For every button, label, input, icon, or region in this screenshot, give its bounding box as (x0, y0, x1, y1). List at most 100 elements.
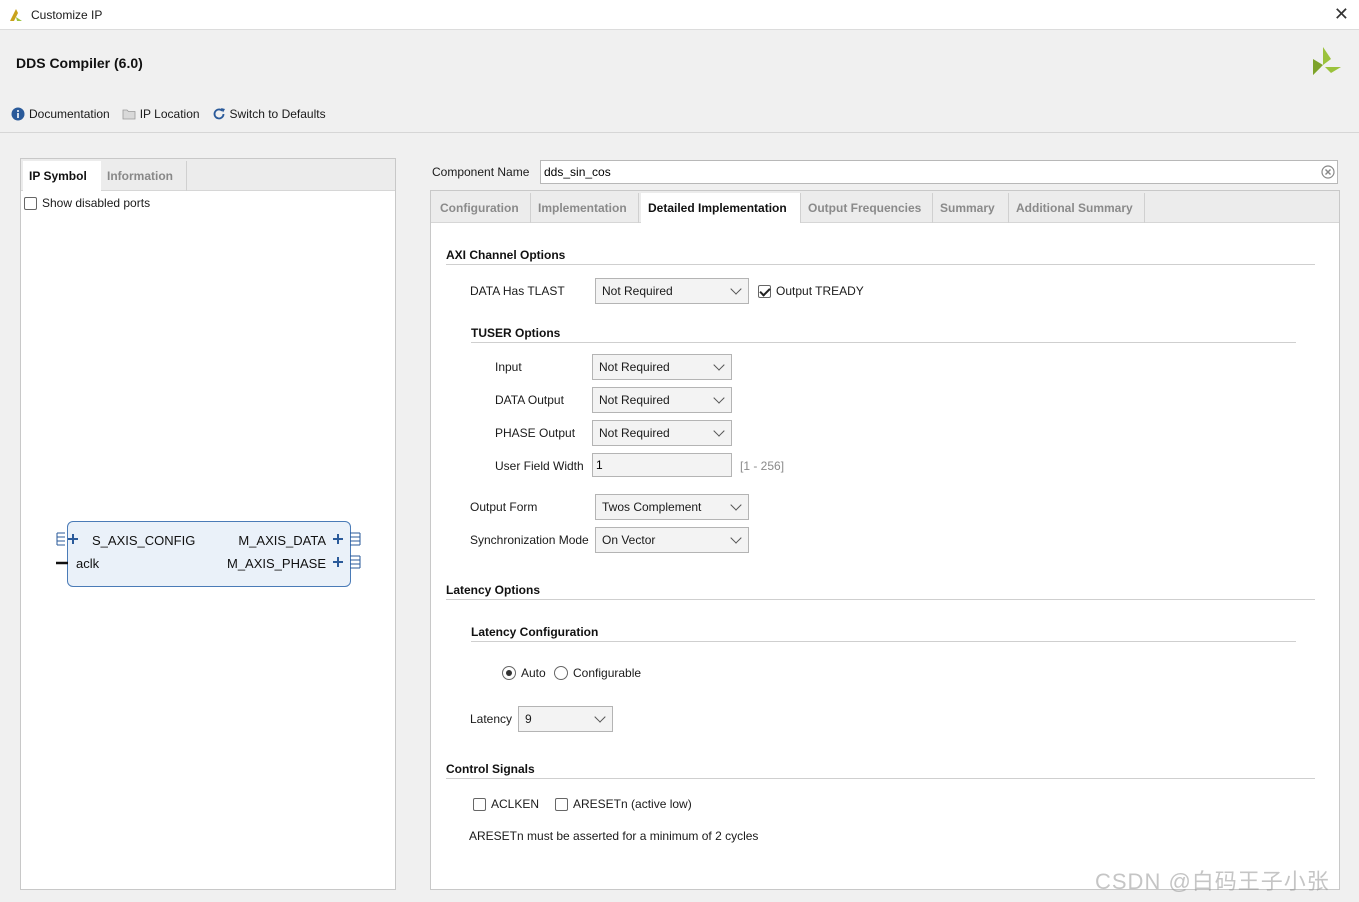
ip-location-label: IP Location (139, 107, 200, 121)
tab-implementation[interactable]: Implementation (531, 193, 639, 223)
xilinx-logo-icon (1313, 47, 1341, 75)
bus-connector-icon (333, 555, 361, 569)
section-divider (446, 778, 1315, 779)
output-form-value: Twos Complement (602, 500, 702, 514)
info-icon (11, 107, 25, 121)
tab-detailed-implementation[interactable]: Detailed Implementation (641, 193, 801, 223)
vivado-app-icon (10, 9, 22, 21)
switch-defaults-button[interactable]: Switch to Defaults (212, 107, 326, 121)
switch-defaults-label: Switch to Defaults (229, 107, 326, 121)
refresh-icon (213, 108, 225, 120)
data-output-value: Not Required (599, 393, 670, 407)
chevron-down-icon (713, 359, 725, 371)
component-name-label: Component Name (432, 165, 530, 179)
aresetn-label: ARESETn (active low) (573, 797, 692, 811)
latency-options-title: Latency Options (446, 583, 541, 597)
latency-configuration-title: Latency Configuration (471, 625, 599, 639)
chevron-down-icon (730, 532, 742, 544)
documentation-button[interactable]: Documentation (11, 107, 110, 121)
tab-information[interactable]: Information (101, 161, 187, 191)
user-field-width-input[interactable] (592, 453, 732, 477)
aresetn-option: ARESETn (active low) (555, 797, 692, 811)
latency-configurable-label: Configurable (573, 666, 642, 680)
section-divider (446, 599, 1315, 600)
latency-select[interactable]: 9 (518, 706, 613, 732)
ip-location-button[interactable]: IP Location (122, 107, 200, 121)
output-form-select[interactable]: Twos Complement (595, 494, 749, 520)
output-tready-checkbox[interactable] (758, 284, 771, 298)
output-form-label: Output Form (470, 500, 538, 514)
phase-output-value: Not Required (599, 426, 670, 440)
aclken-label: ACLKEN (491, 797, 540, 811)
tab-additional-summary[interactable]: Additional Summary (1009, 193, 1145, 223)
data-has-tlast-value: Not Required (602, 284, 673, 298)
chevron-down-icon (730, 283, 742, 295)
tuser-options-title: TUSER Options (471, 326, 561, 340)
latency-configurable-radio[interactable] (554, 666, 568, 680)
aresetn-note: ARESETn must be asserted for a minimum o… (469, 829, 759, 843)
output-tready-option: Output TREADY (758, 284, 864, 298)
tuser-input-label: Input (495, 360, 522, 374)
port-m-axis-phase: M_AXIS_PHASE (227, 556, 326, 571)
section-divider (471, 641, 1296, 642)
phase-output-select[interactable]: Not Required (592, 420, 732, 446)
section-divider (471, 342, 1296, 343)
latency-auto-option: Auto (502, 666, 546, 680)
bus-connector-icon (333, 532, 361, 546)
watermark: CSDN @白码王子小张 (1095, 869, 1330, 894)
tab-ip-symbol[interactable]: IP Symbol (23, 161, 101, 191)
port-aclk: aclk (76, 556, 100, 571)
latency-auto-label: Auto (521, 666, 546, 680)
left-tab-bar: IP Symbol Information (21, 159, 395, 191)
user-field-width-range: [1 - 256] (740, 459, 785, 473)
control-signals-title: Control Signals (446, 762, 535, 776)
tab-configuration[interactable]: Configuration (433, 193, 531, 223)
output-tready-label: Output TREADY (776, 284, 864, 298)
ip-title: DDS Compiler (6.0) (16, 55, 143, 71)
ip-symbol-panel: IP Symbol Information Show disabled port… (20, 158, 396, 890)
ip-header: DDS Compiler (6.0) Documentation IP Loca… (0, 31, 1359, 133)
clear-icon[interactable] (1321, 165, 1335, 179)
chevron-down-icon (730, 499, 742, 511)
documentation-label: Documentation (29, 107, 110, 121)
tab-summary[interactable]: Summary (933, 193, 1009, 223)
title-bar: Customize IP ✕ (0, 0, 1359, 30)
aclken-option: ACLKEN (473, 797, 539, 811)
show-disabled-ports-label: Show disabled ports (42, 196, 151, 210)
latency-auto-radio[interactable] (502, 666, 516, 680)
phase-output-label: PHASE Output (495, 426, 576, 440)
latency-value: 9 (525, 712, 532, 726)
section-divider (446, 264, 1315, 265)
aclken-checkbox[interactable] (473, 797, 486, 811)
sync-mode-select[interactable]: On Vector (595, 527, 749, 553)
ip-block-symbol: S_AXIS_CONFIG aclk M_AXIS_DATA M_AXIS_PH… (67, 521, 351, 587)
clock-pin-icon (56, 561, 68, 565)
close-icon[interactable]: ✕ (1334, 4, 1349, 24)
folder-icon (122, 109, 136, 120)
tab-output-frequencies[interactable]: Output Frequencies (801, 193, 933, 223)
user-field-width-label: User Field Width (495, 459, 584, 473)
toolbar: Documentation IP Location Switch to Defa… (11, 107, 326, 121)
component-name-input[interactable] (540, 160, 1338, 184)
bus-connector-icon (56, 532, 78, 546)
tuser-input-select[interactable]: Not Required (592, 354, 732, 380)
port-s-axis-config: S_AXIS_CONFIG (92, 533, 196, 548)
chevron-down-icon (713, 392, 725, 404)
chevron-down-icon (713, 425, 725, 437)
data-output-label: DATA Output (495, 393, 564, 407)
latency-configurable-option: Configurable (554, 666, 641, 680)
show-disabled-ports-option: Show disabled ports (24, 196, 150, 210)
port-m-axis-data: M_AXIS_DATA (238, 533, 326, 548)
sync-mode-label: Synchronization Mode (470, 533, 589, 547)
axi-channel-options-title: AXI Channel Options (446, 248, 566, 262)
aresetn-checkbox[interactable] (555, 797, 568, 811)
show-disabled-ports-checkbox[interactable] (24, 196, 37, 210)
chevron-down-icon (594, 711, 606, 723)
data-has-tlast-label: DATA Has TLAST (470, 284, 565, 298)
window-title: Customize IP (31, 8, 103, 22)
data-has-tlast-select[interactable]: Not Required (595, 278, 749, 304)
latency-label: Latency (470, 712, 513, 726)
right-tab-bar: Configuration Implementation Detailed Im… (431, 191, 1339, 223)
data-output-select[interactable]: Not Required (592, 387, 732, 413)
tuser-input-value: Not Required (599, 360, 670, 374)
